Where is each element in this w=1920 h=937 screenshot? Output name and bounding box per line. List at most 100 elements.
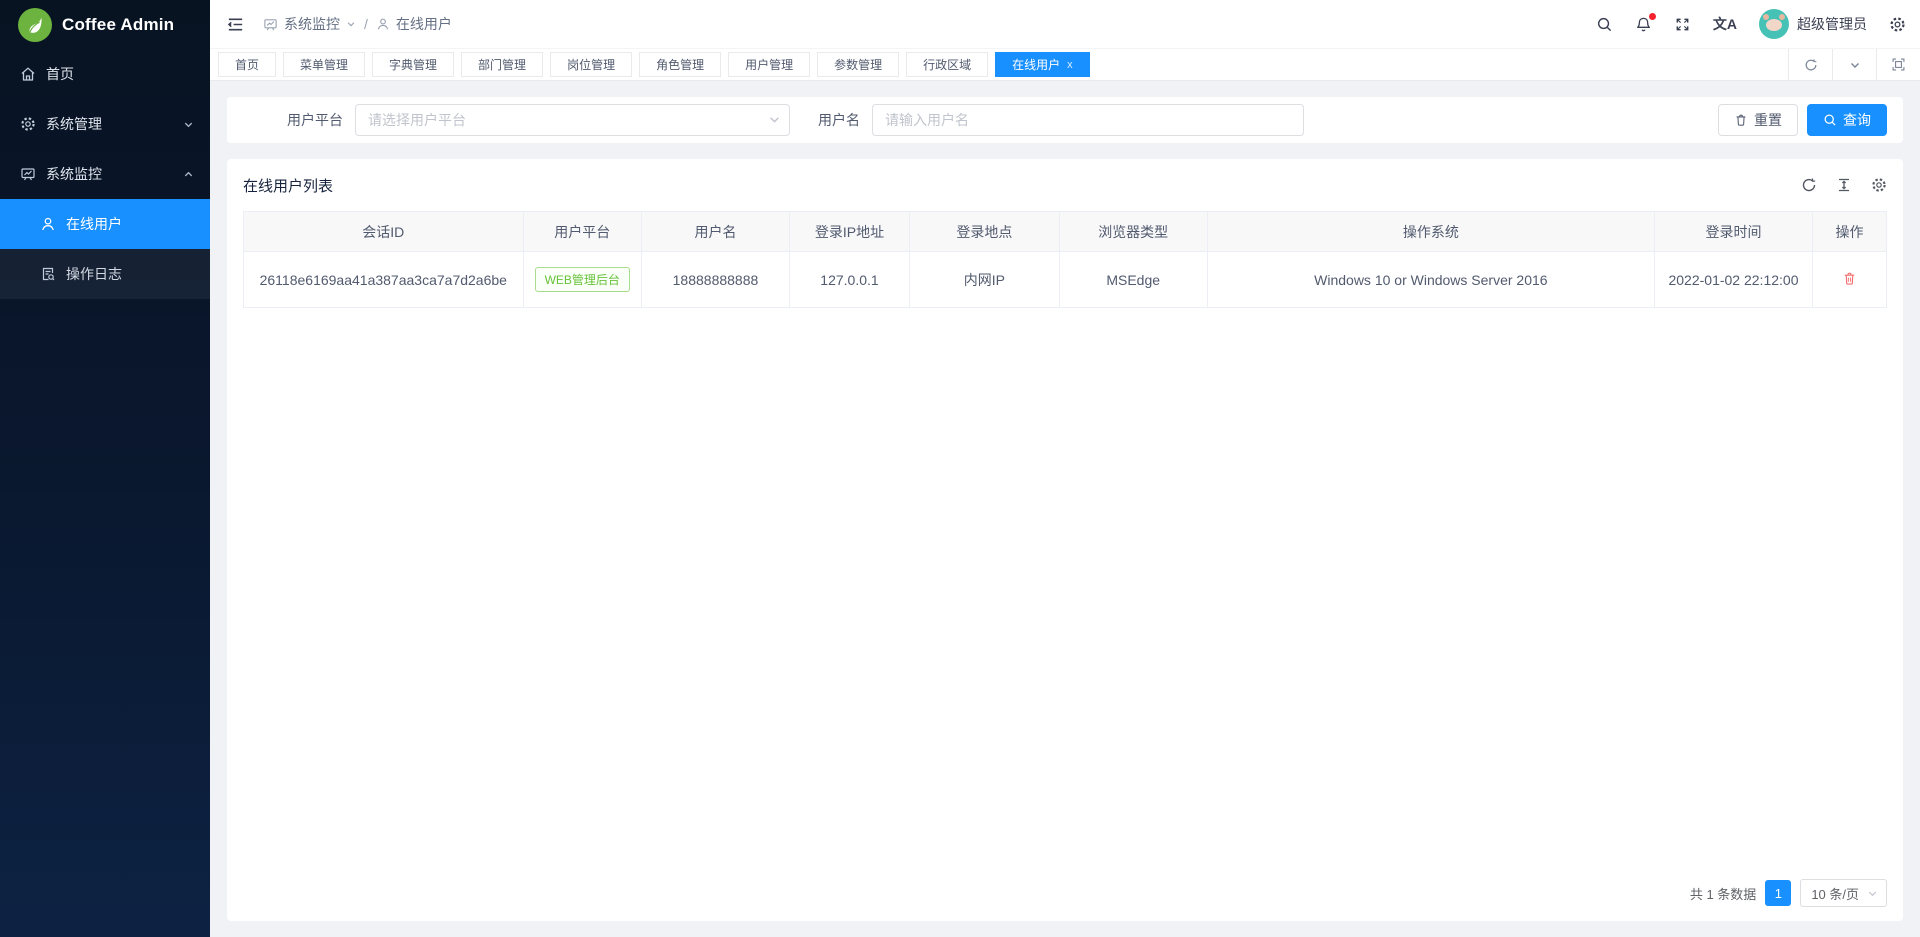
reset-button[interactable]: 重置 xyxy=(1718,104,1798,136)
topbar-actions: 文A 超级管理员 xyxy=(1596,9,1906,39)
gear-icon xyxy=(20,116,36,132)
translate-icon[interactable]: 文A xyxy=(1713,14,1737,34)
column-settings-gear-icon[interactable] xyxy=(1871,177,1887,193)
col-actions: 操作 xyxy=(1812,212,1886,252)
form-actions: 重置 查询 xyxy=(1718,104,1887,136)
sidebar-item-label: 操作日志 xyxy=(66,264,122,284)
username-label: 用户名 xyxy=(800,110,872,130)
tabbar: 首页 菜单管理 字典管理 部门管理 岗位管理 角色管理 用户管理 参数管理 行政… xyxy=(210,48,1920,81)
cell-browser: MSEdge xyxy=(1059,252,1207,308)
col-ip: 登录IP地址 xyxy=(789,212,909,252)
username-label: 超级管理员 xyxy=(1797,14,1867,34)
sidebar-item-label: 首页 xyxy=(46,64,74,84)
breadcrumb-item-online-users[interactable]: 在线用户 xyxy=(376,14,452,34)
cell-username: 18888888888 xyxy=(641,252,789,308)
tabs: 首页 菜单管理 字典管理 部门管理 岗位管理 角色管理 用户管理 参数管理 行政… xyxy=(218,52,1788,77)
tab-dept-mgmt[interactable]: 部门管理 xyxy=(461,52,543,77)
col-os: 操作系统 xyxy=(1207,212,1654,252)
tab-online-users[interactable]: 在线用户 x xyxy=(995,52,1090,77)
cell-location: 内网IP xyxy=(910,252,1060,308)
pagination: 共 1 条数据 1 10 条/页 xyxy=(243,866,1887,921)
sidebar-item-operation-log[interactable]: 操作日志 xyxy=(0,249,210,299)
sidebar-item-system-mgmt[interactable]: 系统管理 xyxy=(0,99,210,149)
card-title: 在线用户列表 xyxy=(243,175,333,196)
delete-row-trash-icon[interactable] xyxy=(1842,271,1857,286)
sidebar-item-label: 系统监控 xyxy=(46,164,102,184)
sidebar-submenu: 在线用户 操作日志 xyxy=(0,199,210,299)
reset-label: 重置 xyxy=(1754,110,1782,130)
tab-label: 在线用户 xyxy=(1012,56,1060,73)
tab-home[interactable]: 首页 xyxy=(218,52,276,77)
content: 用户平台 用户名 重置 xyxy=(210,81,1920,937)
breadcrumb-label: 系统监控 xyxy=(284,14,340,34)
col-platform: 用户平台 xyxy=(523,212,641,252)
cell-actions xyxy=(1812,252,1886,308)
sidebar-collapse-icon[interactable] xyxy=(226,15,245,34)
col-username: 用户名 xyxy=(641,212,789,252)
col-login-time: 登录时间 xyxy=(1655,212,1813,252)
notification-dot xyxy=(1649,13,1656,20)
col-session-id: 会话ID xyxy=(244,212,524,252)
monitor-icon xyxy=(20,166,36,182)
breadcrumb-item-monitor[interactable]: 系统监控 xyxy=(263,14,356,34)
breadcrumb-separator: / xyxy=(364,16,368,32)
cell-platform: WEB管理后台 xyxy=(523,252,641,308)
table-header-row: 会话ID 用户平台 用户名 登录IP地址 登录地点 浏览器类型 操作系统 登录时… xyxy=(244,212,1887,252)
sidebar-menu: 首页 系统管理 系统监控 在线用户 xyxy=(0,49,210,299)
table-refresh-icon[interactable] xyxy=(1801,177,1817,193)
table-row: 26118e6169aa41a387aa3ca7a7d2a6be WEB管理后台… xyxy=(244,252,1887,308)
avatar-ear xyxy=(1779,14,1785,20)
notification-bell-icon[interactable] xyxy=(1635,16,1652,33)
platform-select[interactable] xyxy=(355,104,790,136)
tab-menu-mgmt[interactable]: 菜单管理 xyxy=(283,52,365,77)
username-input[interactable] xyxy=(872,104,1304,136)
avatar xyxy=(1759,9,1789,39)
app-logo: Coffee Admin xyxy=(0,0,210,49)
fullscreen-icon[interactable] xyxy=(1674,16,1691,33)
pagination-page-1[interactable]: 1 xyxy=(1765,880,1791,906)
tabs-refresh-icon[interactable] xyxy=(1788,49,1832,80)
tab-role-mgmt[interactable]: 角色管理 xyxy=(639,52,721,77)
leaf-logo-icon xyxy=(18,8,52,42)
user-icon xyxy=(40,216,56,232)
tab-param-mgmt[interactable]: 参数管理 xyxy=(817,52,899,77)
online-users-table: 会话ID 用户平台 用户名 登录IP地址 登录地点 浏览器类型 操作系统 登录时… xyxy=(243,211,1887,308)
card-header: 在线用户列表 xyxy=(243,159,1887,211)
user-menu[interactable]: 超级管理员 xyxy=(1759,9,1867,39)
user-icon xyxy=(376,17,390,31)
tabs-dropdown-icon[interactable] xyxy=(1832,49,1876,80)
cell-login-time: 2022-01-02 22:12:00 xyxy=(1655,252,1813,308)
avatar-ear xyxy=(1763,14,1769,20)
platform-tag: WEB管理后台 xyxy=(535,267,630,292)
search-icon[interactable] xyxy=(1596,16,1613,33)
platform-form-item: 用户平台 xyxy=(243,104,790,136)
cell-ip: 127.0.0.1 xyxy=(789,252,909,308)
sidebar-item-home[interactable]: 首页 xyxy=(0,49,210,99)
row-density-icon[interactable] xyxy=(1836,177,1852,193)
online-users-card: 在线用户列表 会话ID 用户平台 xyxy=(227,159,1903,921)
table-toolbar xyxy=(1801,177,1887,193)
chevron-down-icon xyxy=(183,119,194,130)
chevron-down-icon xyxy=(346,19,356,29)
query-button[interactable]: 查询 xyxy=(1807,104,1887,136)
avatar-face xyxy=(1766,19,1782,31)
sidebar-item-online-users[interactable]: 在线用户 xyxy=(0,199,210,249)
breadcrumb-label: 在线用户 xyxy=(396,14,452,34)
tab-close-icon[interactable]: x xyxy=(1067,59,1073,71)
breadcrumb: 系统监控 / 在线用户 xyxy=(263,14,452,34)
pagination-total: 共 1 条数据 xyxy=(1690,884,1756,903)
tab-dict-mgmt[interactable]: 字典管理 xyxy=(372,52,454,77)
main-area: 系统监控 / 在线用户 文 xyxy=(210,0,1920,937)
chevron-up-icon xyxy=(183,169,194,180)
settings-gear-icon[interactable] xyxy=(1889,16,1906,33)
tab-user-mgmt[interactable]: 用户管理 xyxy=(728,52,810,77)
username-form-item: 用户名 xyxy=(800,104,1304,136)
page-size-select[interactable]: 10 条/页 xyxy=(1800,879,1887,907)
tab-region[interactable]: 行政区域 xyxy=(906,52,988,77)
sidebar-item-system-monitor[interactable]: 系统监控 xyxy=(0,149,210,199)
tab-post-mgmt[interactable]: 岗位管理 xyxy=(550,52,632,77)
sidebar-item-label: 系统管理 xyxy=(46,114,102,134)
tab-controls xyxy=(1788,49,1920,80)
cell-session-id: 26118e6169aa41a387aa3ca7a7d2a6be xyxy=(244,252,524,308)
content-maximize-icon[interactable] xyxy=(1876,49,1920,80)
